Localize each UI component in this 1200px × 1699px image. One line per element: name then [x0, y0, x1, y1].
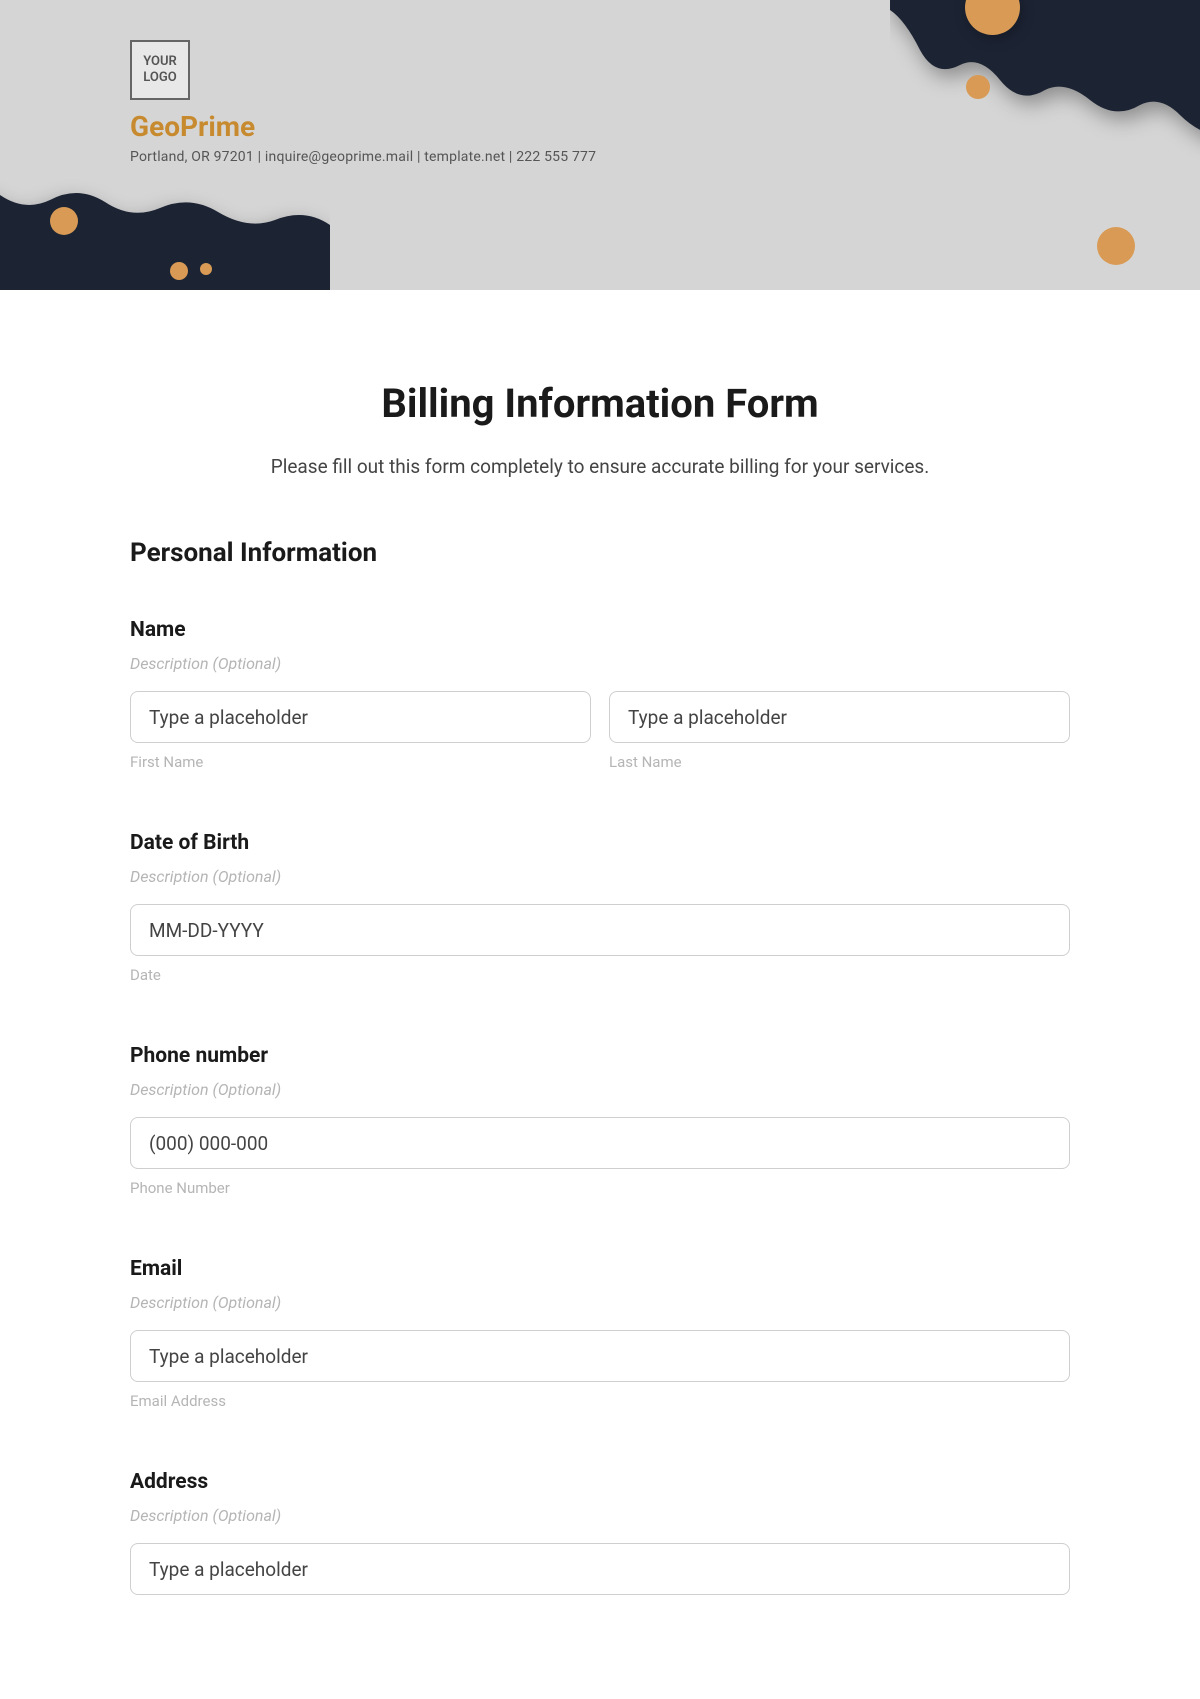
field-label-phone: Phone number — [130, 1044, 1070, 1068]
field-group-name: Name Description (Optional) First Name L… — [130, 618, 1070, 771]
decorative-circle-icon — [170, 262, 188, 280]
last-name-sublabel: Last Name — [609, 753, 1070, 771]
logo-placeholder: YOURLOGO — [130, 40, 190, 100]
brand-name: GeoPrime — [130, 110, 1200, 143]
field-label-email: Email — [130, 1257, 1070, 1281]
dob-sublabel: Date — [130, 966, 1070, 984]
first-name-input[interactable] — [130, 691, 591, 743]
last-name-input[interactable] — [609, 691, 1070, 743]
brand-contact-line: Portland, OR 97201 | inquire@geoprime.ma… — [130, 149, 1200, 165]
section-heading-personal: Personal Information — [130, 538, 1070, 568]
page-body: Billing Information Form Please fill out… — [0, 290, 1200, 1625]
logo-text: YOURLOGO — [143, 54, 177, 85]
phone-input[interactable] — [130, 1117, 1070, 1169]
email-sublabel: Email Address — [130, 1392, 1070, 1410]
field-label-name: Name — [130, 618, 1070, 642]
phone-sublabel: Phone Number — [130, 1179, 1070, 1197]
decorative-circle-icon — [966, 75, 990, 99]
decorative-circle-icon — [50, 207, 78, 235]
last-name-col: Last Name — [609, 691, 1070, 771]
dob-input[interactable] — [130, 904, 1070, 956]
field-group-email: Email Description (Optional) Email Addre… — [130, 1257, 1070, 1410]
first-name-sublabel: First Name — [130, 753, 591, 771]
field-group-dob: Date of Birth Description (Optional) Dat… — [130, 831, 1070, 984]
name-input-row: First Name Last Name — [130, 691, 1070, 771]
field-description-name: Description (Optional) — [130, 654, 1070, 673]
form-instruction: Please fill out this form completely to … — [130, 455, 1070, 478]
field-label-address: Address — [130, 1470, 1070, 1494]
field-group-phone: Phone number Description (Optional) Phon… — [130, 1044, 1070, 1197]
field-description-email: Description (Optional) — [130, 1293, 1070, 1312]
field-description-phone: Description (Optional) — [130, 1080, 1070, 1099]
email-input[interactable] — [130, 1330, 1070, 1382]
field-description-dob: Description (Optional) — [130, 867, 1070, 886]
decorative-circle-icon — [1097, 227, 1135, 265]
form-title: Billing Information Form — [130, 380, 1070, 427]
first-name-col: First Name — [130, 691, 591, 771]
decorative-circle-icon — [200, 263, 212, 275]
address-input[interactable] — [130, 1543, 1070, 1595]
header-content: YOURLOGO GeoPrime Portland, OR 97201 | i… — [0, 0, 1200, 165]
field-group-address: Address Description (Optional) — [130, 1470, 1070, 1595]
field-label-dob: Date of Birth — [130, 831, 1070, 855]
field-description-address: Description (Optional) — [130, 1506, 1070, 1525]
header-banner: YOURLOGO GeoPrime Portland, OR 97201 | i… — [0, 0, 1200, 290]
